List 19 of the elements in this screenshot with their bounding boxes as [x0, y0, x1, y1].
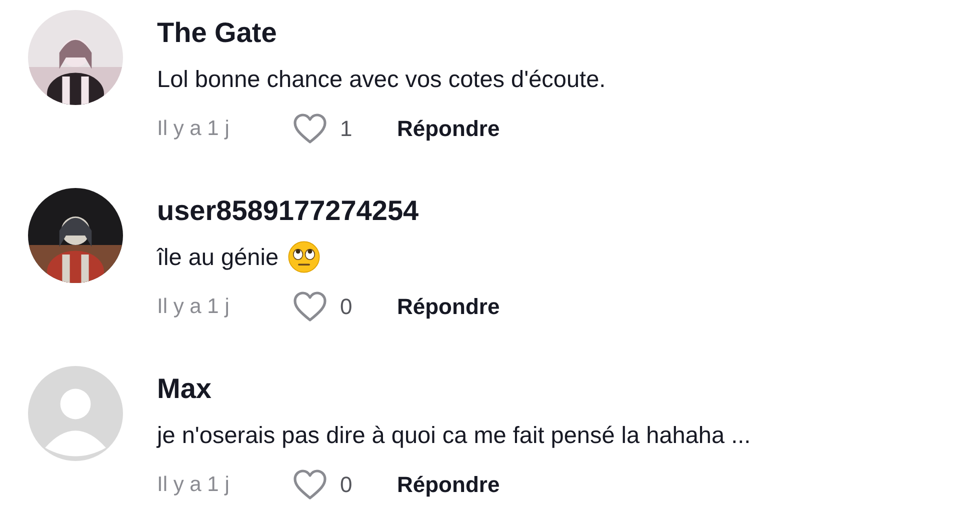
timestamp: Il y a 1 j — [157, 117, 230, 141]
username[interactable]: user8589177274254 — [157, 194, 500, 228]
like-count: 1 — [340, 116, 352, 142]
username[interactable]: The Gate — [157, 16, 606, 50]
reply-button[interactable]: Répondre — [397, 116, 500, 142]
comment-text: Lol bonne chance avec vos cotes d'écoute. — [157, 66, 606, 92]
heart-icon[interactable] — [292, 113, 328, 145]
like-count: 0 — [340, 294, 352, 320]
heart-icon[interactable] — [292, 291, 328, 323]
comment-text: île au génie — [157, 244, 279, 270]
avatar-icon — [28, 366, 123, 461]
reply-button[interactable]: Répondre — [397, 294, 500, 320]
timestamp: Il y a 1 j — [157, 473, 230, 497]
username[interactable]: Max — [157, 372, 751, 406]
comment-text: je n'oserais pas dire à quoi ca me fait pensé la hahaha ... — [157, 422, 751, 448]
reply-button[interactable]: Répondre — [397, 472, 500, 498]
heart-icon[interactable] — [292, 469, 328, 501]
timestamp: Il y a 1 j — [157, 295, 230, 319]
like-count: 0 — [340, 472, 352, 498]
